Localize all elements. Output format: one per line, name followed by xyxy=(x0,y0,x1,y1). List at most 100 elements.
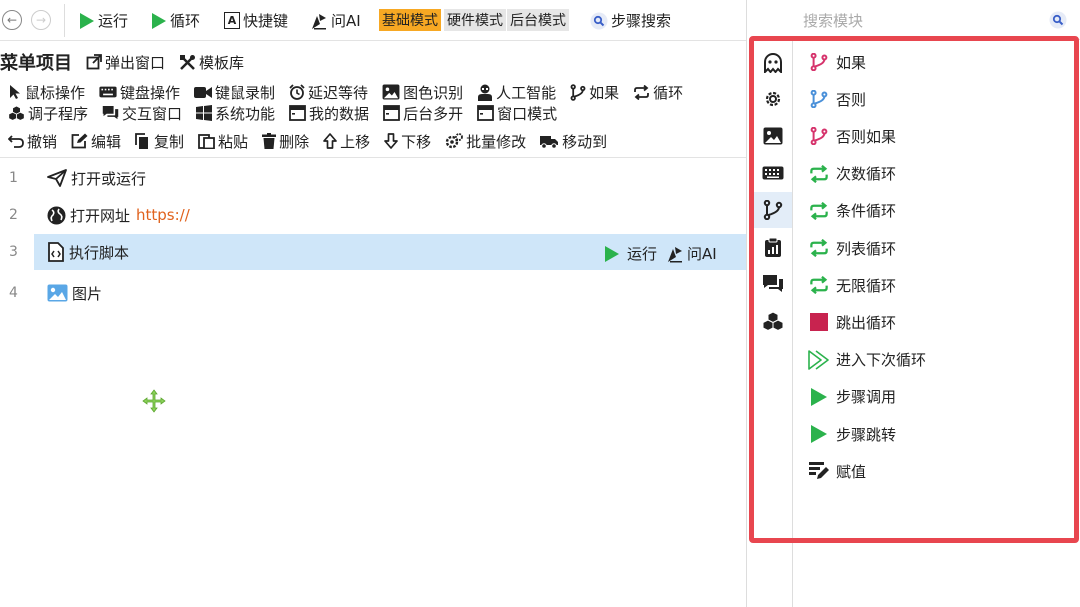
edit-gears[interactable]: 批量修改 xyxy=(445,131,526,152)
template-library-label: 模板库 xyxy=(199,53,245,72)
paper-plane-icon xyxy=(47,169,67,187)
forward-icon[interactable]: → xyxy=(31,10,51,30)
category-label: 如果 xyxy=(589,83,620,102)
popup-window-button[interactable]: 弹出窗口 xyxy=(86,52,165,73)
category-label: 窗口模式 xyxy=(497,104,558,123)
category-chat[interactable]: 交互窗口 xyxy=(102,103,182,124)
back-icon[interactable]: ← xyxy=(2,10,22,30)
category-image[interactable]: 图色识别 xyxy=(382,82,463,103)
loop-label: 循环 xyxy=(170,12,201,30)
module-search[interactable]: 搜索模块 xyxy=(792,0,1080,40)
search-icon xyxy=(590,12,608,29)
mode-background-tab[interactable]: 后台模式 xyxy=(507,9,569,31)
edit-copy[interactable]: 复制 xyxy=(135,131,184,152)
category-robot[interactable]: 人工智能 xyxy=(477,82,556,103)
top-toolbar: ← → 运行 循环 A 快捷键 问AI 基础模式 硬件模式 后台模式 步骤搜索 xyxy=(0,0,746,41)
category-window[interactable]: 窗口模式 xyxy=(477,103,557,124)
category-label: 后台多开 xyxy=(403,104,464,123)
window-icon xyxy=(289,105,306,121)
step-label: 图片 xyxy=(72,284,103,303)
step-search-button[interactable]: 步骤搜索 xyxy=(590,10,671,31)
window-icon xyxy=(477,105,494,121)
arrow-down-icon xyxy=(384,133,398,149)
template-library-button[interactable]: 模板库 xyxy=(179,52,244,73)
category-window[interactable]: 后台多开 xyxy=(383,103,463,124)
move-cursor-icon xyxy=(142,389,166,413)
step-row-2[interactable]: 2 打开网址 https:// xyxy=(0,197,746,233)
category-label: 延迟等待 xyxy=(308,83,369,102)
category-loop[interactable]: 循环 xyxy=(633,82,683,103)
loop-button[interactable]: 循环 xyxy=(151,10,200,31)
step-ask-ai-label: 问AI xyxy=(687,245,717,263)
panel-divider xyxy=(746,0,747,607)
category-label: 系统功能 xyxy=(215,104,276,123)
step-ask-ai-button[interactable]: 问AI xyxy=(666,243,717,264)
category-label: 键鼠录制 xyxy=(215,83,276,102)
step-number: 3 xyxy=(9,244,18,260)
letter-a-icon: A xyxy=(224,12,240,29)
edit-paste[interactable]: 粘贴 xyxy=(198,131,248,152)
gears-icon xyxy=(445,132,464,150)
search-icon[interactable] xyxy=(1049,11,1067,29)
module-search-input[interactable]: 搜索模块 xyxy=(803,10,863,31)
edit-label: 粘贴 xyxy=(218,132,249,151)
menu-title: 菜单项目 xyxy=(0,53,72,74)
step-row-1[interactable]: 1 打开或运行 xyxy=(0,160,746,196)
trash-icon xyxy=(262,133,277,149)
video-camera-icon xyxy=(194,86,213,99)
category-alarm-clock[interactable]: 延迟等待 xyxy=(289,82,368,103)
step-number: 2 xyxy=(9,207,18,223)
chat-icon xyxy=(102,105,119,121)
category-label: 调子程序 xyxy=(28,104,89,123)
ask-ai-button[interactable]: 问AI xyxy=(310,10,361,31)
category-branch[interactable]: 如果 xyxy=(570,82,619,103)
edit-label: 上移 xyxy=(340,132,371,151)
robot-icon xyxy=(477,84,493,101)
globe-icon xyxy=(47,206,66,224)
edit-label: 下移 xyxy=(401,132,432,151)
branch-icon xyxy=(570,83,586,101)
step-row-3[interactable]: 3 执行脚本 运行 问AI xyxy=(9,234,746,270)
category-mouse-pointer[interactable]: 鼠标操作 xyxy=(8,82,85,103)
mode-basic-tab[interactable]: 基础模式 xyxy=(379,9,441,31)
edit-truck[interactable]: 移动到 xyxy=(540,131,607,152)
play-icon xyxy=(80,12,94,29)
step-row-4[interactable]: 4 图片 xyxy=(0,275,746,311)
category-label: 交互窗口 xyxy=(122,104,183,123)
script-file-icon xyxy=(48,242,64,262)
loop-icon xyxy=(633,84,650,100)
window-icon xyxy=(383,105,400,121)
cubes-icon xyxy=(8,105,25,121)
step-run-button[interactable]: 运行 xyxy=(604,243,657,264)
step-label: 打开网址 xyxy=(70,206,131,225)
edit-label: 编辑 xyxy=(91,132,122,151)
category-label: 人工智能 xyxy=(496,83,557,102)
edit-trash[interactable]: 删除 xyxy=(262,131,309,152)
external-window-icon xyxy=(86,54,102,70)
image-icon xyxy=(382,84,400,100)
category-video-camera[interactable]: 键鼠录制 xyxy=(194,82,275,103)
keyboard-icon xyxy=(99,86,117,98)
arrow-up-icon xyxy=(323,133,337,149)
edit-arrow-up[interactable]: 上移 xyxy=(323,131,370,152)
ask-ai-label: 问AI xyxy=(331,12,361,30)
category-windows[interactable]: 系统功能 xyxy=(196,103,275,124)
category-label: 鼠标操作 xyxy=(25,83,86,102)
edit-edit[interactable]: 编辑 xyxy=(71,131,121,152)
shortcut-button[interactable]: A 快捷键 xyxy=(224,10,288,31)
category-window[interactable]: 我的数据 xyxy=(289,103,369,124)
play-icon xyxy=(152,12,166,29)
category-label: 循环 xyxy=(653,83,684,102)
category-row-2: 调子程序 交互窗口 系统功能 我的数据 后台多开 窗口模式 xyxy=(8,102,571,124)
category-keyboard[interactable]: 键盘操作 xyxy=(99,82,180,103)
edit-label: 撤销 xyxy=(27,132,58,151)
run-button[interactable]: 运行 xyxy=(79,10,128,31)
edit-undo[interactable]: 撤销 xyxy=(8,131,57,152)
step-run-label: 运行 xyxy=(627,245,658,263)
mode-hardware-tab[interactable]: 硬件模式 xyxy=(444,9,506,31)
edit-arrow-down[interactable]: 下移 xyxy=(384,131,431,152)
highlight-box xyxy=(749,36,1079,543)
category-label: 图色识别 xyxy=(403,83,464,102)
shortcut-label: 快捷键 xyxy=(243,12,289,30)
category-cubes[interactable]: 调子程序 xyxy=(8,103,88,124)
